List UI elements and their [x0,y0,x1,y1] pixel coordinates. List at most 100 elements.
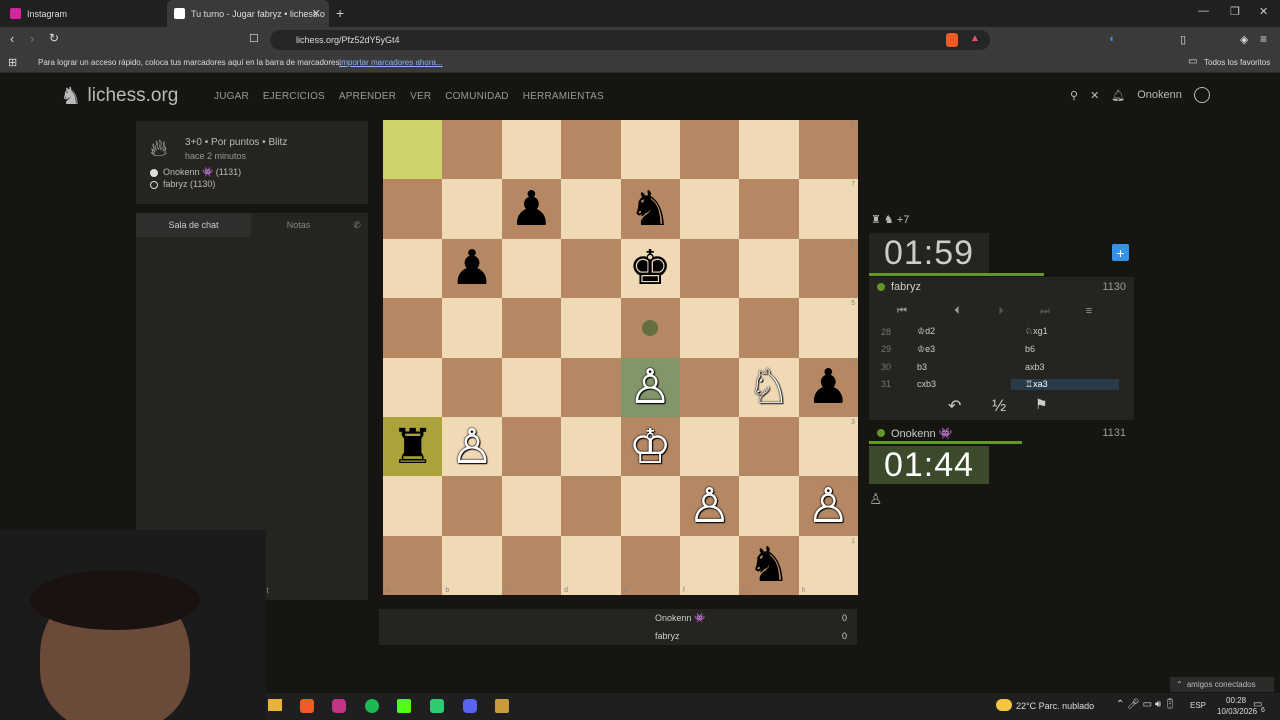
offer-draw-button[interactable]: ½ [992,396,1006,416]
black-move[interactable]: ♖xa3 [1011,378,1119,390]
square-g2[interactable] [739,476,799,536]
league-icon[interactable] [495,699,509,713]
square-f3[interactable] [679,416,740,477]
square-h1[interactable]: 1h [798,535,858,595]
tray-icons[interactable]: ⌃ 🎤︎ ▭ 🔊︎ 🔋︎ [1116,699,1177,710]
opponent-name[interactable]: fabryz [891,281,1102,293]
nav-item-ejercicios[interactable]: EJERCICIOS [263,91,325,102]
square-e2[interactable] [620,476,680,536]
tab-lichess[interactable]: Tu turno - Jugar fabryz • lichess.o ✕ [167,0,329,27]
square-g8[interactable] [739,120,799,180]
white-player[interactable]: Onokenn 👾 (1131) [163,167,241,178]
square-g4[interactable]: ♘ [739,357,799,417]
square-e7[interactable]: ♞ [620,179,680,239]
import-bookmarks-link[interactable]: Importar marcadores ahora... [339,58,443,67]
kick-icon[interactable] [397,699,411,713]
bookmark-icon[interactable]: ☐ [249,32,259,45]
resign-flag-icon[interactable]: ⚑ [1035,396,1048,413]
square-d5[interactable] [561,298,621,358]
black-move[interactable]: ♘xg1 [1011,326,1119,337]
chess-piece[interactable]: ♞ [747,541,790,589]
forward-icon[interactable]: › [30,31,34,46]
move-destination-dot[interactable] [642,320,658,336]
site-logo[interactable]: ♞ lichess.org [60,81,178,111]
chess-piece[interactable]: ♙ [451,423,494,471]
square-f5[interactable] [679,298,740,358]
square-e1[interactable]: e [620,535,680,595]
search-icon[interactable]: ⚲ [1070,89,1078,102]
takeback-icon[interactable]: ↶ [948,396,961,416]
square-d4[interactable] [561,357,621,417]
tab-notes[interactable]: Notas [251,213,346,237]
chess-piece[interactable]: ♟ [451,244,494,292]
tab-chat[interactable]: Sala de chat [136,213,251,237]
square-c7[interactable]: ♟ [501,179,562,239]
square-c2[interactable] [501,476,562,536]
language-indicator[interactable]: ESP [1190,701,1206,710]
all-favorites-link[interactable]: Todos los favoritos [1204,58,1270,67]
square-b4[interactable] [442,357,502,417]
url-field[interactable]: lichess.org/Pfz52dY5yGt4 [270,30,990,50]
brave-shield-icon[interactable] [946,33,958,47]
square-b7[interactable] [442,179,502,239]
next-move-icon[interactable]: ⏵ [979,305,1023,318]
self-name[interactable]: Onokenn 👾 [891,427,1102,440]
black-player[interactable]: fabryz (1130) [163,179,215,189]
square-b3[interactable]: ♙ [442,416,502,477]
username-link[interactable]: Onokenn [1137,89,1182,101]
last-move-icon[interactable]: ⏭ [1023,305,1067,318]
app-icon[interactable] [430,699,444,713]
square-c5[interactable] [501,298,562,358]
square-c8[interactable] [501,120,562,180]
square-b1[interactable]: b [442,535,502,595]
close-tab-icon[interactable]: ✕ [312,7,321,20]
instagram-taskbar-icon[interactable] [332,699,346,713]
square-g6[interactable] [739,238,799,299]
back-icon[interactable]: ‹ [10,31,14,46]
square-f6[interactable] [679,238,740,299]
chess-piece[interactable]: ♜ [391,423,434,471]
square-h4[interactable]: ♟ 4 [798,357,858,417]
square-h8[interactable]: 8 [798,120,858,180]
square-e6[interactable]: ♚ [620,238,680,299]
square-c4[interactable] [501,357,562,417]
nav-item-comunidad[interactable]: COMUNIDAD [445,91,508,102]
chess-board[interactable]: 8 ♟ ♞ 7 ♟ ♚ 6 5 ♙ ♘ ♟ 4 ♜ ♙ ♔ 3 ♙ ♙ 2 a b c d e f ♞ g 1 h [383,120,858,595]
square-d7[interactable] [561,179,621,239]
chess-piece[interactable]: ♟ [510,185,553,233]
chess-piece[interactable]: ♘ [747,363,790,411]
square-c3[interactable] [501,416,562,477]
white-move[interactable]: ♔e3 [903,344,1011,355]
square-e3[interactable]: ♔ [620,416,680,477]
clock-date[interactable]: 10/03/2026 [1217,707,1257,716]
spotify-icon[interactable] [365,699,379,713]
square-f4[interactable] [679,357,740,417]
square-c6[interactable] [501,238,562,299]
menu-icon[interactable]: ≡ [1067,305,1111,317]
nav-item-herramientas[interactable]: HERRAMIENTAS [523,91,604,102]
square-d8[interactable] [561,120,621,180]
tab-instagram[interactable]: Instagram [6,0,166,27]
square-b2[interactable] [442,476,502,536]
square-b5[interactable] [442,298,502,358]
nav-item-aprender[interactable]: APRENDER [339,91,396,102]
square-g3[interactable] [739,416,799,477]
square-g7[interactable] [739,179,799,239]
square-d2[interactable] [561,476,621,536]
chess-piece[interactable]: ♙ [807,482,850,530]
square-e8[interactable] [620,120,680,180]
square-g1[interactable]: ♞ g [739,535,799,595]
square-a3[interactable]: ♜ [383,416,443,477]
square-f1[interactable]: f [679,535,740,595]
square-h2[interactable]: ♙ 2 [798,476,858,536]
phone-icon[interactable]: ✆ [346,213,368,237]
sidebar-icon[interactable]: ▯ [1180,33,1186,46]
square-g5[interactable] [739,298,799,358]
white-move[interactable]: ♔d2 [903,326,1011,337]
square-f2[interactable]: ♙ [679,476,740,536]
nav-item-jugar[interactable]: JUGAR [214,91,249,102]
chess-piece[interactable]: ♞ [629,185,672,233]
white-move[interactable]: cxb3 [903,379,1011,389]
first-move-icon[interactable]: ⏮ [869,305,935,318]
square-h7[interactable]: 7 [798,179,858,239]
